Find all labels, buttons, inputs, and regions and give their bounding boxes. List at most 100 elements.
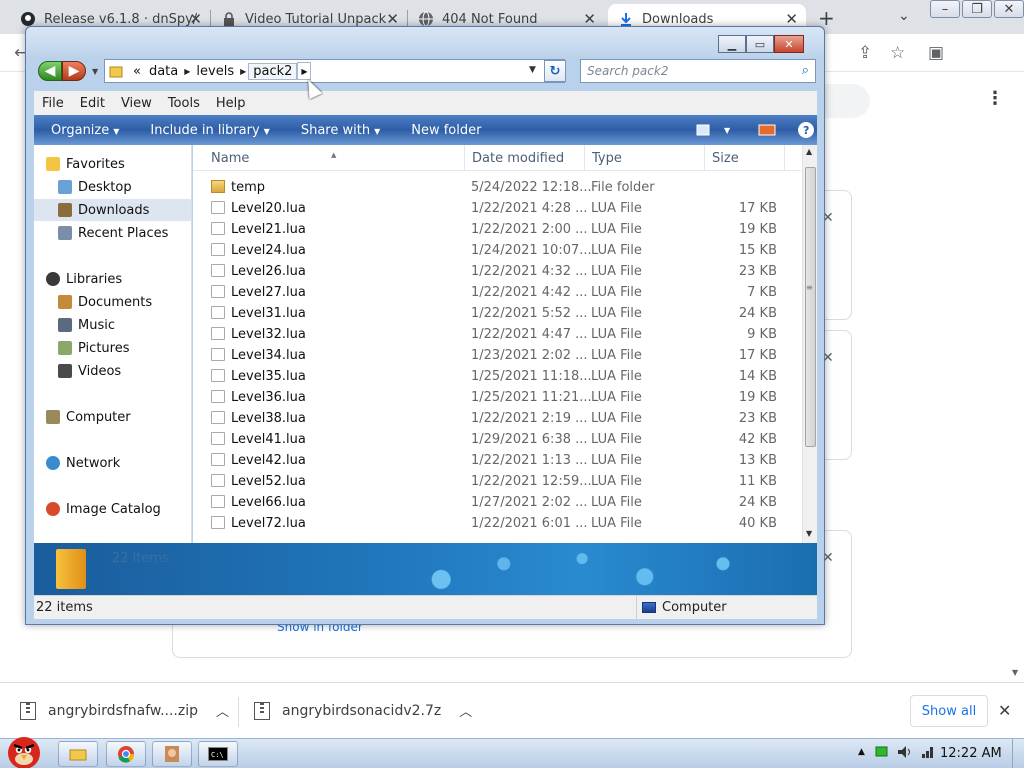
back-arrow-icon[interactable]: ◀ [38,61,62,81]
menu-edit[interactable]: Edit [72,96,113,111]
chevron-up-icon[interactable]: ︿ [459,701,472,720]
nav-network[interactable]: Network [46,452,191,474]
share-icon[interactable]: ⇪ [858,43,872,63]
column-header-size[interactable]: Size [712,151,739,166]
forward-arrow-icon[interactable]: ▶ [62,61,86,81]
table-row[interactable]: Level52.lua 1/22/2021 12:59... LUA File 11 … [193,471,801,492]
refresh-icon[interactable]: ↻ [544,60,566,82]
column-divider[interactable] [464,145,465,171]
table-row[interactable]: Level31.lua 1/22/2021 5:52 ... LUA File 24 … [193,303,801,324]
nav-documents[interactable]: Documents [58,291,191,313]
explorer-titlebar[interactable] [26,27,824,57]
network-icon[interactable] [921,745,935,759]
table-row[interactable]: Level27.lua 1/22/2021 4:42 ... LUA File 7 K… [193,282,801,303]
taskbar-app[interactable] [152,741,192,767]
recent-pages-dropdown-icon[interactable]: ▼ [92,67,98,76]
download-item[interactable]: angrybirdsfnafw....zip ︿ [20,701,229,720]
star-icon[interactable]: ☆ [890,43,905,63]
chevron-up-icon[interactable]: ▲ [858,747,865,757]
scroll-down-arrow-icon[interactable]: ▼ [1012,668,1018,677]
view-options-icon[interactable] [696,123,714,137]
side-panel-icon[interactable]: ▣ [928,43,944,63]
table-row[interactable]: Level24.lua 1/24/2021 10:07... LUA File 15 … [193,240,801,261]
new-folder-button[interactable]: New folder [394,123,495,138]
show-all-button[interactable]: Show all [910,695,988,727]
table-row[interactable]: Level26.lua 1/22/2021 4:32 ... LUA File 23 … [193,261,801,282]
preview-pane-icon[interactable] [758,123,776,137]
downloads-search-bar[interactable] [820,84,870,118]
address-dropdown-icon[interactable]: ▼ [529,65,536,75]
minimize-icon[interactable]: – [930,0,960,18]
column-divider[interactable] [704,145,705,171]
table-row[interactable]: Level36.lua 1/25/2021 11:21... LUA File 19 … [193,387,801,408]
nav-desktop[interactable]: Desktop [58,176,191,198]
column-header-name[interactable]: Name [211,151,249,166]
start-button[interactable] [0,731,50,768]
scrollbar-thumb[interactable] [805,167,816,447]
address-segment-data[interactable]: data [145,64,182,79]
nav-recent-places[interactable]: Recent Places [58,222,191,244]
maximize-icon[interactable]: ▭ [746,35,774,53]
nav-videos[interactable]: Videos [58,360,191,382]
nav-pictures[interactable]: Pictures [58,337,191,359]
address-segment-pack2[interactable]: pack2 [248,62,298,80]
help-icon[interactable]: ? [798,122,815,138]
scroll-up-icon[interactable]: ▲ [806,147,812,156]
search-input[interactable]: Search pack2 ⌕ [580,59,816,83]
minimize-icon[interactable]: ▁ [718,35,746,53]
address-overflow[interactable]: « [129,64,145,79]
search-icon[interactable]: ⌕ [802,63,809,78]
table-row[interactable]: Level20.lua 1/22/2021 4:28 ... LUA File 17 … [193,198,801,219]
taskbar-chrome[interactable] [106,741,146,767]
table-row[interactable]: temp 5/24/2022 12:18... File folder [193,177,801,198]
table-row[interactable]: Level42.lua 1/22/2021 1:13 ... LUA File 13 … [193,450,801,471]
column-divider[interactable] [584,145,585,171]
nav-music[interactable]: Music [58,314,191,336]
battery-icon[interactable] [875,746,889,758]
include-in-library-button[interactable]: Include in library ▼ [133,123,283,138]
menu-tools[interactable]: Tools [160,96,208,111]
share-with-button[interactable]: Share with ▼ [284,123,394,138]
table-row[interactable]: Level66.lua 1/27/2021 2:02 ... LUA File 24 … [193,492,801,513]
taskbar-explorer[interactable] [58,741,98,767]
chevron-down-icon[interactable]: ▼ [724,126,730,135]
chevron-right-icon[interactable]: ▶ [182,67,192,76]
menu-help[interactable]: Help [208,96,254,111]
column-header-date[interactable]: Date modified [472,151,564,166]
chevron-down-icon[interactable]: ⌄ [898,8,910,24]
table-row[interactable]: Level32.lua 1/22/2021 4:47 ... LUA File 9 K… [193,324,801,345]
column-divider[interactable] [784,145,785,171]
close-icon[interactable]: ✕ [774,35,804,53]
scroll-down-icon[interactable]: ▼ [806,529,812,538]
nav-favorites[interactable]: Favorites [46,153,191,175]
taskbar-cmd[interactable]: C:\ [198,741,238,767]
menu-view[interactable]: View [113,96,160,111]
nav-image-catalog[interactable]: Image Catalog [46,498,191,520]
maximize-icon[interactable]: ❐ [962,0,992,18]
organize-button[interactable]: Organize ▼ [34,123,133,138]
address-segment-levels[interactable]: levels [192,64,238,79]
table-row[interactable]: Level41.lua 1/29/2021 6:38 ... LUA File 42 … [193,429,801,450]
nav-computer[interactable]: Computer [46,406,191,428]
address-bar[interactable]: « data ▶ levels ▶ pack2 ▶ [104,59,565,83]
table-row[interactable]: Level35.lua 1/25/2021 11:18... LUA File 14 … [193,366,801,387]
chevron-right-icon[interactable]: ▶ [297,62,312,80]
table-row[interactable]: Level34.lua 1/23/2021 2:02 ... LUA File 17 … [193,345,801,366]
table-row[interactable]: Level21.lua 1/22/2021 2:00 ... LUA File 19 … [193,219,801,240]
download-item[interactable]: angrybirdsonacidv2.7z ︿ [254,701,472,720]
close-icon[interactable]: ✕ [998,701,1011,720]
volume-icon[interactable] [897,745,913,759]
show-desktop-button[interactable] [1012,739,1024,768]
nav-downloads[interactable]: Downloads [34,199,191,221]
close-icon[interactable]: ✕ [994,0,1024,18]
more-options-icon[interactable]: ⋮ [986,88,1004,109]
chevron-up-icon[interactable]: ︿ [216,701,229,720]
table-row[interactable]: Level72.lua 1/22/2021 6:01 ... LUA File 40 … [193,513,801,534]
column-header-type[interactable]: Type [592,151,622,166]
nav-libraries[interactable]: Libraries [46,268,191,290]
chevron-right-icon[interactable]: ▶ [238,67,248,76]
taskbar-clock[interactable]: 12:22 AM [940,746,1002,761]
menu-file[interactable]: File [34,96,72,111]
table-row[interactable]: Level38.lua 1/22/2021 2:19 ... LUA File 23 … [193,408,801,429]
vertical-scrollbar[interactable]: ▲ ≡ ▼ [802,145,817,543]
